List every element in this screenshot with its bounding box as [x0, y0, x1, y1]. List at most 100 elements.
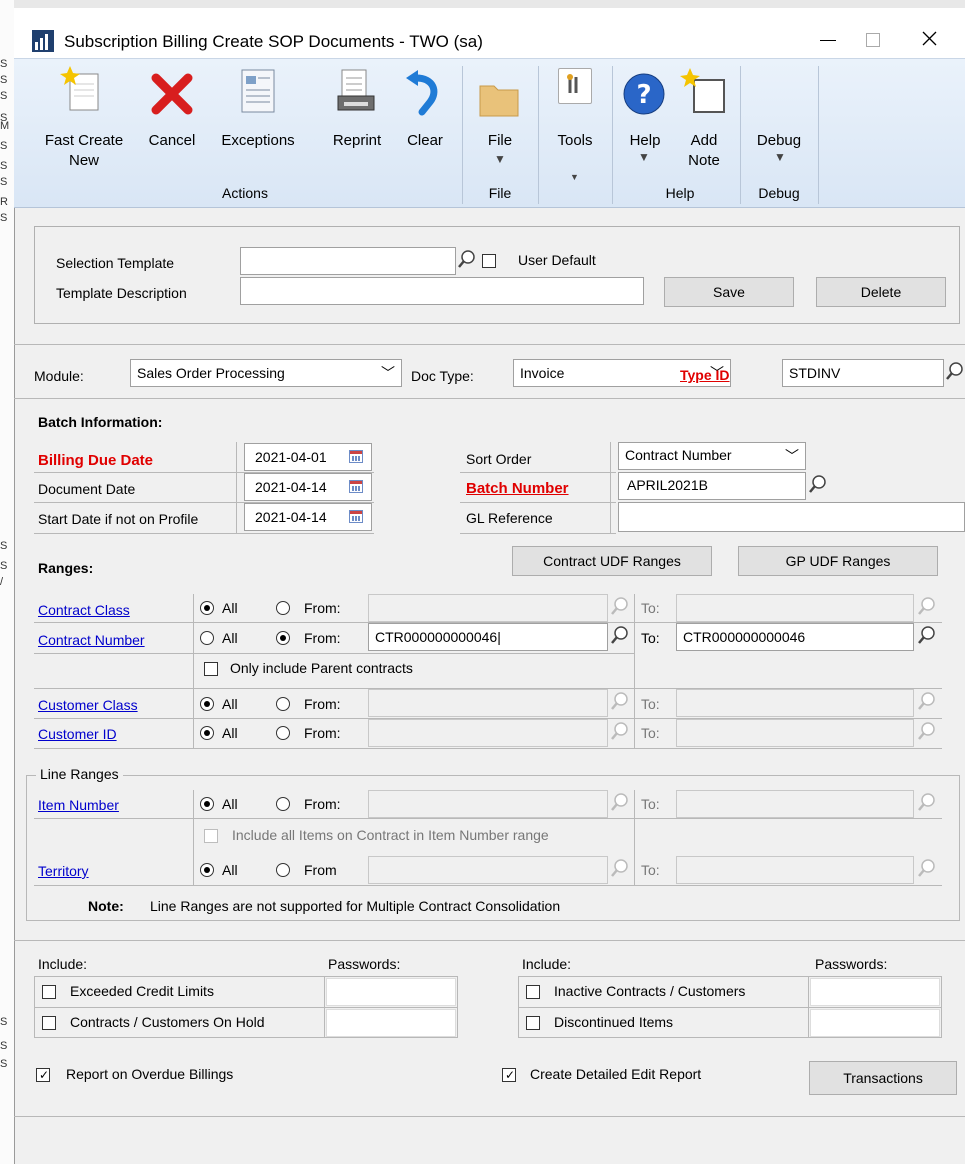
- from-label: From:: [304, 630, 341, 646]
- customer-id-to-input[interactable]: [676, 719, 914, 747]
- exceeded-credit-password[interactable]: [326, 978, 456, 1006]
- item-number-from-radio[interactable]: [276, 797, 290, 811]
- lookup-lens-icon[interactable]: [917, 625, 937, 645]
- customer-class-from-radio[interactable]: [276, 697, 290, 711]
- report-overdue-checkbox[interactable]: ✓: [36, 1068, 50, 1082]
- contract-number-to-input[interactable]: CTR000000000046: [676, 623, 914, 651]
- include-all-items-checkbox[interactable]: [204, 829, 218, 843]
- billing-due-date-input[interactable]: 2021-04-01: [244, 443, 372, 471]
- fast-create-new-button[interactable]: Fast Create New: [34, 62, 134, 178]
- note-bold-label: Note:: [88, 898, 124, 914]
- on-hold-password[interactable]: [326, 1009, 456, 1037]
- contract-class-from-input[interactable]: [368, 594, 608, 622]
- file-label: File: [487, 132, 513, 149]
- lookup-lens-icon[interactable]: [610, 691, 630, 711]
- reprint-button[interactable]: Reprint: [322, 62, 392, 162]
- discontinued-password[interactable]: [810, 1009, 940, 1037]
- lookup-lens-icon[interactable]: [917, 691, 937, 711]
- contract-class-all-radio[interactable]: [200, 601, 214, 615]
- territory-all-radio[interactable]: [200, 863, 214, 877]
- customer-class-all-radio[interactable]: [200, 697, 214, 711]
- discontinued-items-checkbox[interactable]: [526, 1016, 540, 1030]
- tools-dropdown-arrow-icon: ▼: [570, 172, 579, 182]
- gp-udf-ranges-button[interactable]: GP UDF Ranges: [738, 546, 938, 576]
- lookup-lens-icon[interactable]: [610, 596, 630, 616]
- delete-button[interactable]: Delete: [816, 277, 946, 307]
- contract-class-from-radio[interactable]: [276, 601, 290, 615]
- lookup-lens-icon[interactable]: [808, 474, 828, 494]
- help-menu-button[interactable]: ? Help ▼: [616, 62, 674, 178]
- item-number-link[interactable]: Item Number: [38, 797, 119, 813]
- customer-class-to-input[interactable]: [676, 689, 914, 717]
- contract-number-from-value: CTR000000000046|: [375, 629, 501, 645]
- contract-class-to-input[interactable]: [676, 594, 914, 622]
- contract-class-link[interactable]: Contract Class: [38, 602, 130, 618]
- add-note-button[interactable]: Add Note: [676, 62, 732, 178]
- exceeded-credit-checkbox[interactable]: [42, 985, 56, 999]
- template-description-input[interactable]: [240, 277, 644, 305]
- territory-link[interactable]: Territory: [38, 863, 89, 879]
- item-number-to-input[interactable]: [676, 790, 914, 818]
- customer-class-from-input[interactable]: [368, 689, 608, 717]
- all-label: All: [222, 600, 238, 616]
- only-parent-contracts-checkbox[interactable]: [204, 662, 218, 676]
- cancel-button[interactable]: Cancel: [142, 62, 202, 162]
- type-id-input[interactable]: STDINV: [782, 359, 944, 387]
- customer-id-from-input[interactable]: [368, 719, 608, 747]
- item-number-from-input[interactable]: [368, 790, 608, 818]
- user-default-checkbox[interactable]: [482, 254, 496, 268]
- file-menu-button[interactable]: File ▼: [470, 62, 530, 178]
- lookup-lens-icon[interactable]: [610, 625, 630, 645]
- selection-template-input[interactable]: [240, 247, 456, 275]
- clear-button[interactable]: Clear: [396, 62, 454, 162]
- lookup-lens-icon[interactable]: [610, 792, 630, 812]
- calendar-icon[interactable]: [349, 510, 363, 523]
- inactive-password[interactable]: [810, 978, 940, 1006]
- lookup-lens-icon[interactable]: [917, 721, 937, 741]
- lookup-lens-icon[interactable]: [917, 596, 937, 616]
- document-date-input[interactable]: 2021-04-14: [244, 473, 372, 501]
- customer-id-from-radio[interactable]: [276, 726, 290, 740]
- batch-number-link[interactable]: Batch Number: [466, 480, 569, 497]
- on-hold-checkbox[interactable]: [42, 1016, 56, 1030]
- calendar-icon[interactable]: [349, 450, 363, 463]
- gl-reference-input[interactable]: [618, 502, 965, 532]
- item-number-all-radio[interactable]: [200, 797, 214, 811]
- lookup-lens-icon[interactable]: [610, 858, 630, 878]
- batch-number-input[interactable]: APRIL2021B: [618, 472, 806, 500]
- transactions-button[interactable]: Transactions: [809, 1061, 957, 1095]
- lookup-lens-icon[interactable]: [917, 858, 937, 878]
- calendar-icon[interactable]: [349, 480, 363, 493]
- exceptions-button[interactable]: Exceptions: [212, 62, 304, 162]
- type-id-link[interactable]: Type ID: [680, 367, 730, 383]
- contract-number-link[interactable]: Contract Number: [38, 632, 145, 648]
- close-button[interactable]: [908, 28, 952, 52]
- customer-id-all-radio[interactable]: [200, 726, 214, 740]
- sort-order-select[interactable]: Contract Number ﹀: [618, 442, 806, 470]
- tools-menu-button[interactable]: Tools ▼: [544, 62, 606, 182]
- contract-number-from-radio[interactable]: [276, 631, 290, 645]
- lookup-lens-icon[interactable]: [610, 721, 630, 741]
- create-detailed-checkbox[interactable]: ✓: [502, 1068, 516, 1082]
- territory-to-input[interactable]: [676, 856, 914, 884]
- minimize-button[interactable]: [808, 28, 852, 52]
- territory-from-input[interactable]: [368, 856, 608, 884]
- save-button[interactable]: Save: [664, 277, 794, 307]
- module-select[interactable]: Sales Order Processing ﹀: [130, 359, 402, 387]
- territory-from-radio[interactable]: [276, 863, 290, 877]
- contract-number-from-input[interactable]: CTR000000000046|: [368, 623, 608, 651]
- lookup-lens-icon[interactable]: [457, 249, 477, 269]
- customer-id-link[interactable]: Customer ID: [38, 726, 117, 742]
- contract-udf-ranges-button[interactable]: Contract UDF Ranges: [512, 546, 712, 576]
- maximize-button[interactable]: [852, 28, 896, 52]
- add-note-icon: [680, 68, 725, 113]
- inactive-contracts-checkbox[interactable]: [526, 985, 540, 999]
- ribbon-separator: [462, 66, 463, 204]
- lookup-lens-icon[interactable]: [945, 361, 965, 381]
- lookup-lens-icon[interactable]: [917, 792, 937, 812]
- start-date-input[interactable]: 2021-04-14: [244, 503, 372, 531]
- debug-menu-button[interactable]: Debug ▼: [744, 62, 814, 178]
- customer-class-link[interactable]: Customer Class: [38, 697, 138, 713]
- contract-number-all-radio[interactable]: [200, 631, 214, 645]
- from-label: From:: [304, 696, 341, 712]
